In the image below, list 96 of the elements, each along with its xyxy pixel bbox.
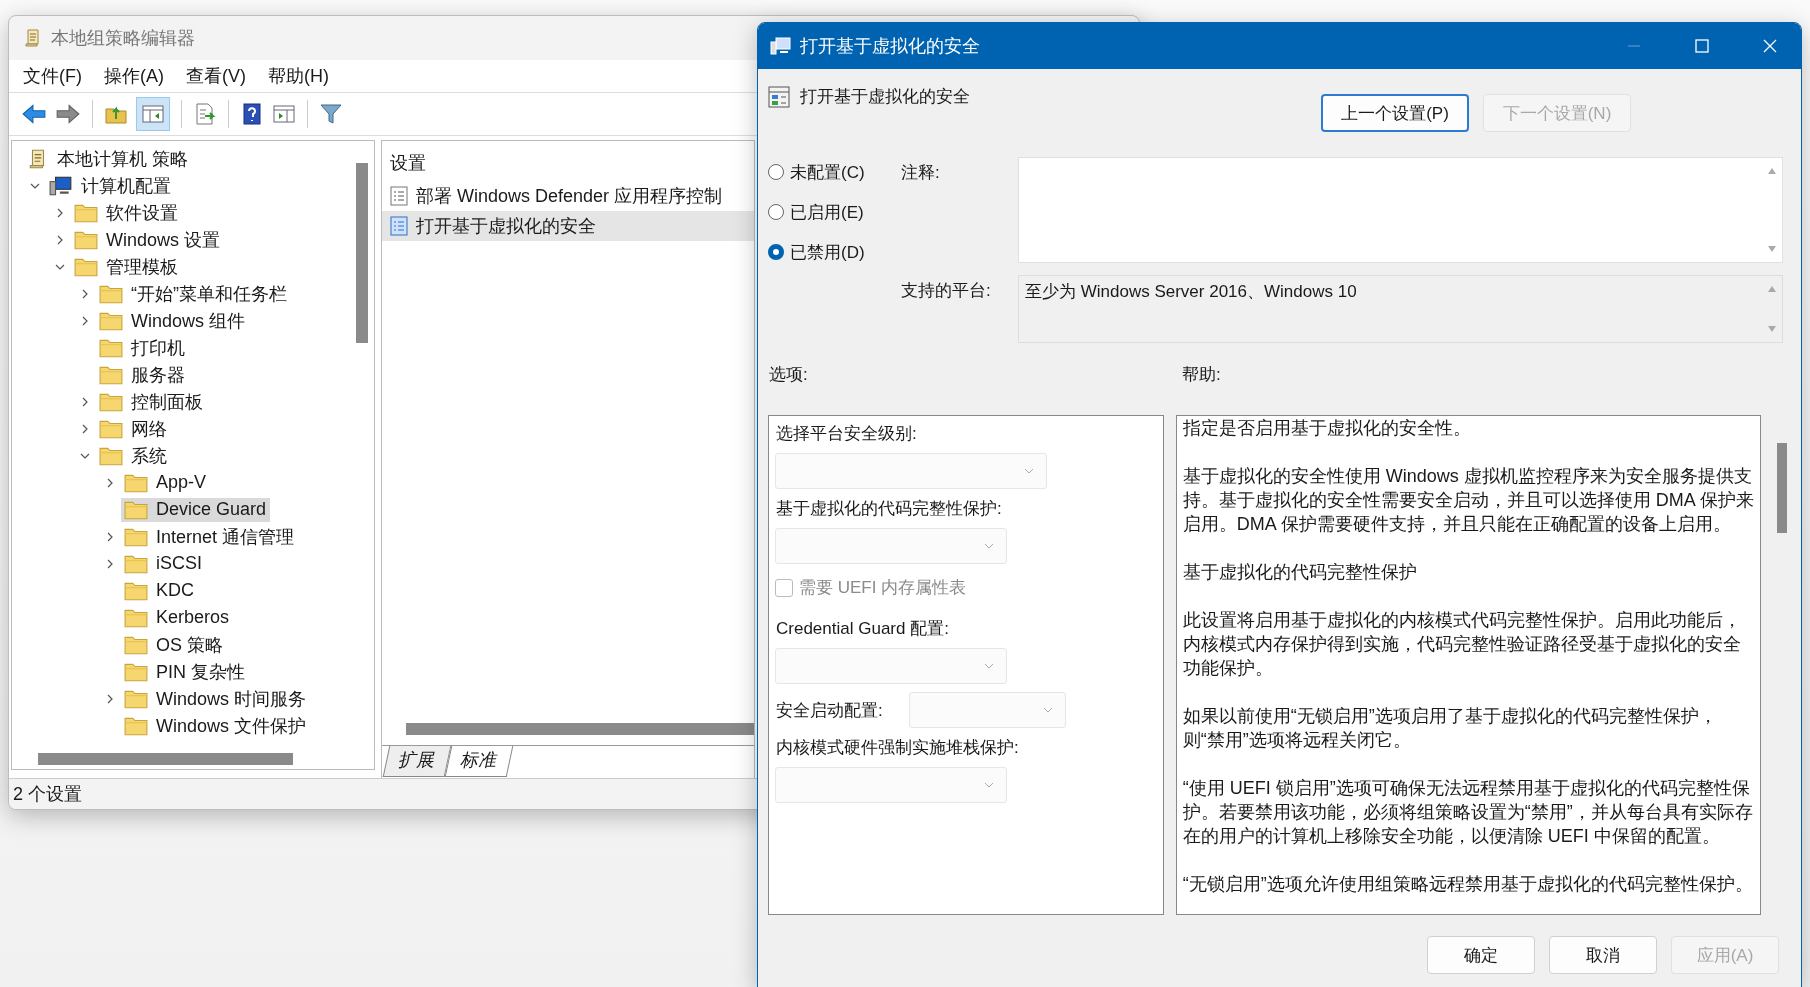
help-paragraph: 基于虚拟化的代码完整性保护: [1182, 561, 1418, 584]
dialog-button[interactable]: 取消: [1549, 936, 1657, 974]
help-paragraph: “使用 UEFI 锁启用”选项可确保无法远程禁用基于虚拟化的代码完整性保护。若要禁用该功能，必须将组策略设置为“禁用”，并从每台具有实际存在的用户的计算机上移除安全功能，以便清除 UEFI 中保留的配置。: [1182, 777, 1754, 848]
policy-icon: [770, 36, 792, 56]
tree-item[interactable]: 打印机: [96, 334, 189, 361]
radio-label[interactable]: 未配置(C): [790, 160, 865, 184]
tree-item[interactable]: Internet 通信管理: [121, 523, 299, 550]
field-label: 支持的平台:: [901, 280, 992, 302]
chevron-right-icon[interactable]: [80, 423, 90, 434]
tree-pane-icon[interactable]: [141, 102, 165, 126]
chevron-right-icon[interactable]: [105, 693, 115, 704]
tree-item[interactable]: 系统: [96, 442, 171, 469]
menu-item[interactable]: 操作(A): [104, 64, 164, 88]
radio-label[interactable]: 已启用(E): [790, 200, 864, 224]
radio-label[interactable]: 已禁用(D): [790, 240, 865, 264]
close-icon[interactable]: [1763, 39, 1777, 53]
list-item[interactable]: 打开基于虚拟化的安全: [382, 211, 754, 241]
dialog-title: 打开基于虚拟化的安全: [800, 35, 980, 58]
tree-item[interactable]: Windows 时间服务: [121, 685, 311, 712]
tree-item[interactable]: PIN 复杂性: [121, 658, 249, 685]
scrollbar-thumb[interactable]: [356, 163, 368, 343]
help-paragraph: “无锁启用”选项允许使用组策略远程禁用基于虚拟化的代码完整性保护。: [1182, 873, 1754, 896]
chevron-right-icon[interactable]: [80, 315, 90, 326]
tab[interactable]: 标准: [444, 746, 514, 777]
chevron-down-icon: [1042, 707, 1053, 713]
tree-item[interactable]: 控制面板: [96, 388, 207, 415]
tree-item[interactable]: 服务器: [96, 361, 189, 388]
radio-button[interactable]: [768, 164, 784, 180]
tree-item[interactable]: App-V: [121, 470, 211, 495]
chevron-down-icon: [984, 782, 994, 788]
tree-item[interactable]: 本地计算机 策略: [24, 145, 192, 172]
help-paragraph: 基于虚拟化的安全性使用 Windows 虚拟机监控程序来为安全服务提供支持。基于虚拟化的安全性需要安全启动，并且可以选择使用 DMA 保护来启用。DMA 保护需要硬件支持，并且只能在正确配置的设备上启用。: [1182, 465, 1755, 536]
option-label: 选择平台安全级别:: [775, 423, 917, 445]
radio-button[interactable]: [768, 244, 784, 260]
chevron-down-icon: [1024, 468, 1034, 474]
comment-field[interactable]: [1018, 157, 1783, 263]
tree-item[interactable]: iSCSI: [121, 551, 206, 576]
chevron-right-icon[interactable]: [55, 207, 65, 218]
chevron-right-icon[interactable]: [105, 531, 115, 542]
tree-item[interactable]: 网络: [96, 415, 171, 442]
scrollbar-thumb[interactable]: [406, 723, 754, 735]
tree-item[interactable]: Windows 设置: [71, 226, 225, 253]
tree-item[interactable]: 计算机配置: [46, 172, 175, 199]
chevron-down-icon: [984, 543, 994, 549]
tree-item[interactable]: “开始”菜单和任务栏: [96, 280, 291, 307]
scrollbar-thumb[interactable]: [38, 753, 293, 765]
scrollbar-thumb[interactable]: [1777, 443, 1788, 533]
checkbox[interactable]: [775, 578, 793, 597]
setting-icon: [390, 186, 408, 206]
tree-item[interactable]: OS 策略: [121, 631, 227, 658]
help-paragraph: 如果以前使用“无锁启用”选项启用了基于虚拟化的代码完整性保护，则“禁用”选项将远程关闭它。: [1182, 705, 1718, 752]
tree-item[interactable]: Device Guard: [121, 497, 271, 522]
option-label: Credential Guard 配置:: [775, 618, 949, 640]
computer-icon: [49, 174, 73, 197]
chevron-right-icon[interactable]: [105, 558, 115, 569]
menu-item[interactable]: 文件(F): [23, 64, 82, 88]
tab[interactable]: 扩展: [382, 746, 452, 777]
help-paragraph: 此设置将启用基于虚拟化的内核模式代码完整性保护。启用此功能后，内核模式内存保护得到实施，代码完整性验证路径受基于虚拟化的安全功能保护。: [1182, 609, 1742, 680]
forward-arrow-icon[interactable]: [55, 101, 81, 127]
tree-item[interactable]: 管理模板: [71, 253, 182, 280]
section-label: 帮助:: [1182, 364, 1221, 386]
nav-button[interactable]: 上一个设置(P): [1321, 94, 1469, 132]
window-title: 本地组策略编辑器: [51, 27, 195, 50]
dialog-button[interactable]: 确定: [1427, 936, 1535, 974]
setting-icon: [390, 216, 408, 236]
option-label: 安全启动配置:: [775, 699, 883, 722]
help-icon[interactable]: [240, 102, 264, 126]
export-list-icon[interactable]: [193, 102, 217, 126]
list-item[interactable]: 部署 Windows Defender 应用程序控制: [382, 181, 754, 211]
back-arrow-icon[interactable]: [21, 101, 47, 127]
filter-icon[interactable]: [319, 102, 343, 126]
option-label: 基于虚拟化的代码完整性保护:: [775, 498, 1002, 520]
column-header: 设置: [389, 152, 427, 175]
tree-item[interactable]: Windows 组件: [96, 307, 250, 334]
policy-setting-icon: [768, 85, 790, 108]
action-pane-icon[interactable]: [272, 102, 296, 126]
radio-button[interactable]: [768, 204, 784, 220]
menu-item[interactable]: 帮助(H): [268, 64, 329, 88]
checkbox-label[interactable]: 需要 UEFI 内存属性表: [799, 576, 967, 599]
chevron-right-icon[interactable]: [80, 396, 90, 407]
menu-item[interactable]: 查看(V): [186, 64, 246, 88]
platform-field: 至少为 Windows Server 2016、Windows 10: [1018, 275, 1783, 343]
tree-item[interactable]: Windows 文件保护: [121, 712, 311, 739]
tree-item[interactable]: KDC: [121, 578, 198, 603]
chevron-right-icon[interactable]: [105, 477, 115, 488]
tree-item[interactable]: 软件设置: [71, 199, 182, 226]
option-label: 内核模式硬件强制实施堆栈保护:: [775, 737, 1019, 759]
setting-name: 打开基于虚拟化的安全: [800, 86, 970, 108]
field-label: 注释:: [901, 162, 941, 184]
help-paragraph: 指定是否启用基于虚拟化的安全性。: [1182, 417, 1472, 440]
tree-item[interactable]: Kerberos: [121, 605, 234, 630]
chevron-right-icon[interactable]: [80, 288, 90, 299]
maximize-icon[interactable]: [1695, 39, 1709, 53]
chevron-down-icon: [984, 663, 994, 669]
section-label: 选项:: [768, 364, 809, 386]
chevron-right-icon[interactable]: [55, 234, 65, 245]
